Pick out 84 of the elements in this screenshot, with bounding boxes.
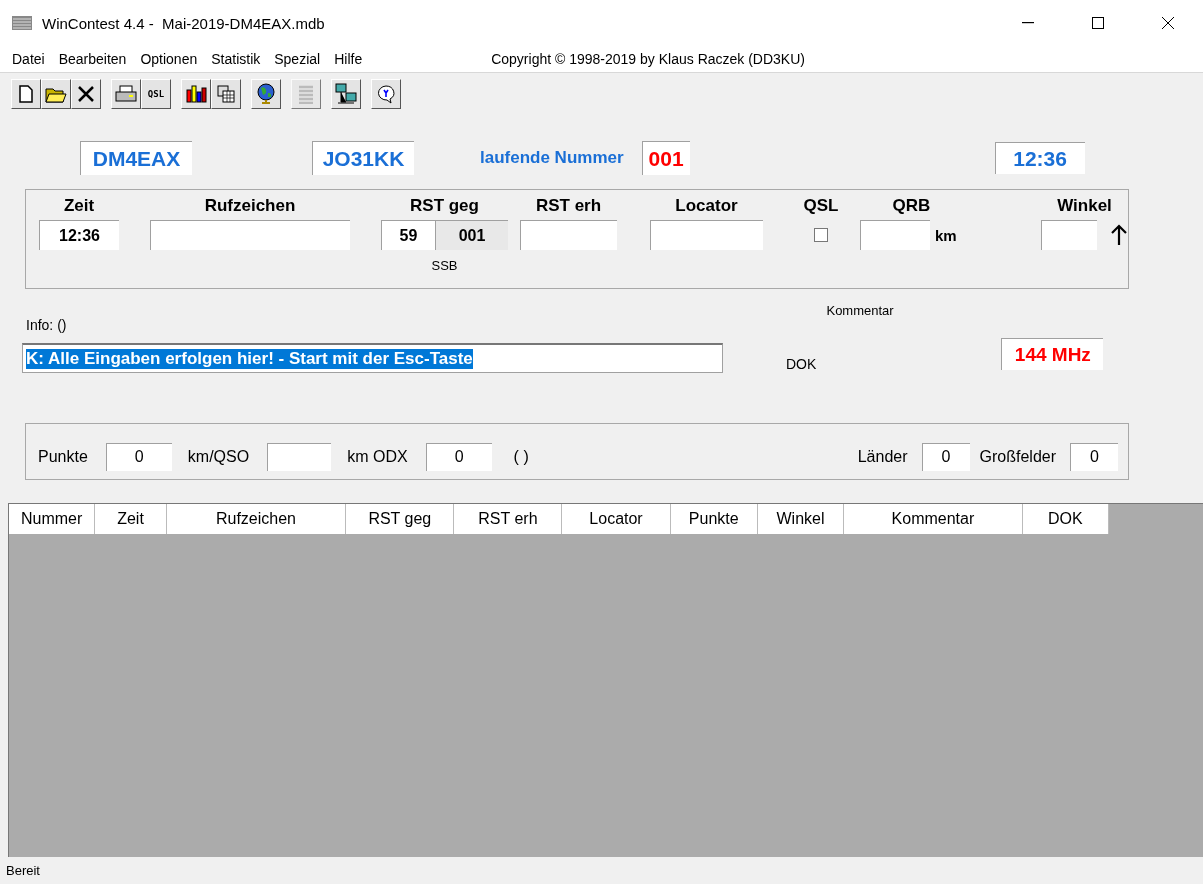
entry-field[interactable] <box>650 220 763 250</box>
toolbar-button[interactable] <box>111 79 141 109</box>
callsign-field[interactable]: DM4EAX <box>80 141 192 175</box>
column-header[interactable]: Punkte <box>670 504 758 534</box>
column-label: Winkel <box>1057 196 1112 217</box>
toolbar-button[interactable] <box>41 79 71 109</box>
arrow-up-icon <box>1110 224 1128 246</box>
column-label: RST erh <box>535 196 602 217</box>
column-header[interactable]: Rufzeichen <box>166 504 347 534</box>
globe-icon <box>256 83 276 105</box>
close-icon <box>77 85 95 103</box>
stats-label: Großfelder <box>979 447 1056 466</box>
entry-field[interactable]: 12:36 <box>39 220 119 250</box>
toolbar-button[interactable] <box>331 79 361 109</box>
printer-icon <box>115 85 137 103</box>
mode-label: SSB <box>431 258 458 273</box>
serial-field: 001 <box>435 220 508 250</box>
menu-item[interactable]: Bearbeiten <box>51 51 134 67</box>
copyright-text: Copyright © 1998-2019 by Klaus Raczek (DD3KU) <box>491 51 805 67</box>
column-header[interactable]: Locator <box>562 504 671 534</box>
column-label: RST geg <box>410 196 479 217</box>
dok-label: DOK <box>786 356 817 372</box>
menu-item[interactable]: Spezial <box>267 51 328 67</box>
menu-item[interactable]: Datei <box>5 51 52 67</box>
list-icon <box>297 84 315 104</box>
toolbar-button[interactable] <box>371 79 401 109</box>
computers-icon <box>335 83 357 105</box>
qrb-field[interactable] <box>860 220 930 250</box>
column-header[interactable]: Zeit <box>95 504 167 534</box>
speech-bubble-icon <box>376 84 396 104</box>
qsl-checkbox[interactable] <box>814 228 828 242</box>
windows-icon <box>217 85 235 103</box>
toolbar-button[interactable] <box>251 79 281 109</box>
menu-item[interactable]: Statistik <box>204 51 268 67</box>
page-icon <box>18 85 34 103</box>
serial-number-field: 001 <box>641 141 690 175</box>
stats-value <box>267 442 332 471</box>
column-label: Zeit <box>63 196 95 217</box>
info-label: Info: () <box>26 317 67 333</box>
stats-label: km/QSO <box>187 447 250 466</box>
window-title: WinContest 4.4 - Mai-2019-DM4EAX.mdb <box>42 14 326 32</box>
toolbar-button[interactable] <box>11 79 41 109</box>
clock-field: 12:36 <box>994 142 1085 174</box>
stats-label: Länder <box>857 447 908 466</box>
toolbar-button[interactable] <box>181 79 211 109</box>
command-input[interactable]: K: Alle Eingaben erfolgen hier! - Start mit der Esc-Taste <box>22 343 723 373</box>
column-label: Locator <box>675 196 738 217</box>
angle-field[interactable] <box>1041 220 1097 250</box>
stats-value: 0 <box>425 442 492 471</box>
toolbar-button[interactable]: QSL <box>141 79 171 109</box>
entry-field[interactable] <box>150 220 350 250</box>
rst-field[interactable]: 59 <box>381 220 435 250</box>
unit-label: km <box>935 226 957 244</box>
app-icon <box>12 16 32 30</box>
comment-label: Kommentar <box>826 303 894 318</box>
column-header[interactable]: DOK <box>1022 504 1109 534</box>
toolbar-button[interactable] <box>71 79 101 109</box>
column-header[interactable]: Kommentar <box>844 504 1023 534</box>
column-label: QRB <box>892 196 931 217</box>
stats-label: Punkte <box>38 447 88 466</box>
column-header[interactable]: RST geg <box>346 504 455 534</box>
toolbar-button[interactable] <box>211 79 241 109</box>
menu-item[interactable]: Optionen <box>133 51 205 67</box>
column-label: Rufzeichen <box>204 196 296 217</box>
serial-label: laufende Nummer <box>480 148 624 168</box>
locator-field[interactable]: JO31KK <box>312 141 414 175</box>
stats-note: ( ) <box>513 447 529 466</box>
stats-value: 0 <box>921 442 970 471</box>
menu-item[interactable]: Hilfe <box>327 51 370 67</box>
folder-icon <box>45 85 67 103</box>
column-header[interactable]: Winkel <box>757 504 845 534</box>
column-header[interactable]: Nummer <box>9 504 96 534</box>
bar-chart-icon <box>185 84 207 104</box>
entry-field[interactable] <box>520 220 617 250</box>
status-text: Bereit <box>5 862 41 880</box>
band-field: 144 MHz <box>1001 338 1104 370</box>
column-label: QSL <box>803 196 839 217</box>
stats-label: km ODX <box>347 447 408 466</box>
minimize-icon <box>1022 22 1034 24</box>
maximize-icon <box>1092 17 1104 29</box>
close-icon <box>1161 16 1175 30</box>
stats-value: 0 <box>1070 442 1118 471</box>
column-header[interactable]: RST erh <box>454 504 563 534</box>
stats-value: 0 <box>105 442 172 471</box>
